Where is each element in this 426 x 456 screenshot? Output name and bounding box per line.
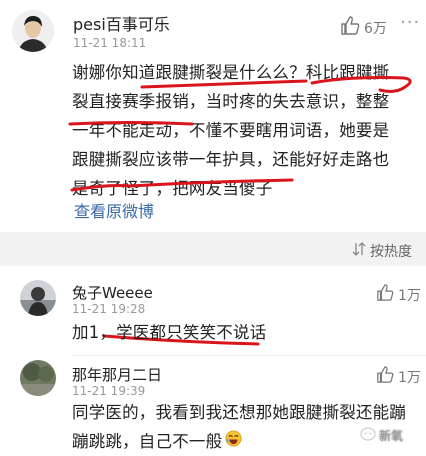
like-button[interactable]: 1万 [376,284,421,305]
more-icon[interactable]: ··· [400,12,420,33]
avatar[interactable] [20,280,56,316]
comment-line: 谢娜你知道跟腱撕裂是什么么？科比跟腱撕 [72,63,390,82]
timestamp: 11-21 19:28 [72,302,146,316]
avatar[interactable] [20,360,56,396]
sort-label: 按热度 [370,244,412,260]
like-button[interactable]: 6万 [340,16,387,39]
avatar-image [12,10,54,52]
thumbs-up-icon [376,284,394,305]
comment-line: 跟腱撕裂应该带一年护具，还能好好走路也 [72,150,390,169]
username[interactable]: 那年那月二日 [72,364,162,385]
thumbs-up-icon [340,16,360,39]
timestamp: 11-21 19:39 [72,384,146,398]
reply-divider [72,355,426,356]
like-button[interactable]: 1万 [376,366,421,387]
thumbs-up-icon [376,366,394,387]
reply-line: 同学医的，我看到我还想那她跟腱撕裂还能蹦 [72,403,406,422]
watermark-text: 新氧 [379,429,404,443]
like-count: 1万 [398,369,421,386]
reply-text: 加1，学医都只笑笑不说话 [72,323,267,342]
laughing-emoji-icon [225,427,242,456]
reply-line: 蹦跳跳，自己不一般 [72,432,223,451]
username[interactable]: 兔子Weeee [72,282,153,303]
view-original-link[interactable]: 查看原微博 [74,198,154,222]
watermark: 新氧 [360,427,403,444]
sort-button[interactable]: 按热度 [352,241,412,261]
like-count: 1万 [398,287,421,304]
avatar-image [20,280,56,316]
avatar-image [20,360,56,396]
like-count: 6万 [364,20,387,37]
comment-line: 一年不能走动，不懂不要瞎用词语，她要是 [72,121,390,140]
sort-icon [352,242,366,260]
timestamp: 11-21 18:11 [73,36,147,50]
comment-line: 裂直接赛季报销，当时疼的失去意识，整整 [72,92,390,111]
watermark-logo-icon [360,427,376,444]
comment-text: 谢娜你知道跟腱撕裂是什么么？科比跟腱撕 裂直接赛季报销，当时疼的失去意识，整整 … [72,58,420,203]
username[interactable]: pesi百事可乐 [73,11,170,35]
avatar[interactable] [12,10,54,52]
